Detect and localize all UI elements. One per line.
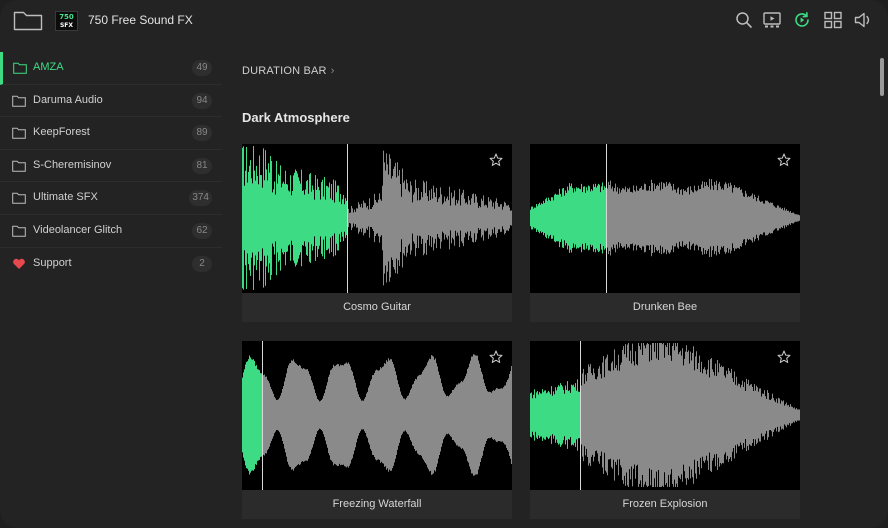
sidebar-item-label: S-Cheremisinov [33,158,112,171]
sound-card[interactable]: Freezing Waterfall [242,341,512,519]
sidebar-item-count: 89 [192,125,212,142]
sidebar-item-amza[interactable]: AMZA 49 [0,52,222,85]
sound-card[interactable]: Frozen Explosion [530,341,800,519]
folder-icon [12,193,26,205]
chevron-right-icon: › [330,65,335,77]
sidebar-item-support[interactable]: Support 2 [0,248,222,281]
sidebar-item-count: 94 [192,92,212,109]
grid-view-icon[interactable] [823,10,843,30]
folder-icon [12,95,26,107]
waveform[interactable] [530,341,800,490]
star-icon[interactable] [777,153,791,167]
logo-text: SFX [59,22,74,29]
waveform[interactable] [242,341,512,490]
sidebar-item-label: Ultimate SFX [33,191,98,204]
sidebar-item-count: 374 [189,190,212,207]
sidebar-item-keepforest[interactable]: KeepForest 89 [0,117,222,150]
breadcrumb[interactable]: DURATION BAR › [242,65,335,77]
star-icon[interactable] [489,350,503,364]
scrollbar[interactable] [880,58,884,96]
sidebar-item-label: Support [33,256,72,269]
star-icon[interactable] [489,153,503,167]
sidebar-item-count: 2 [192,255,212,272]
sidebar-item-label: Videolancer Glitch [33,223,123,236]
heart-icon [13,258,25,269]
top-bar: 750 SFX 750 Free Sound FX [0,0,888,40]
sidebar-item-label: AMZA [33,61,64,73]
waveform[interactable] [242,144,512,293]
sound-card-title: Frozen Explosion [622,498,708,510]
logo-number: 750 [59,13,74,21]
sidebar-item-ultimate-sfx[interactable]: Ultimate SFX 374 [0,182,222,215]
app-title: 750 Free Sound FX [88,13,193,27]
sidebar-item-s-cheremisinov[interactable]: S-Cheremisinov 81 [0,150,222,183]
sound-card-title: Freezing Waterfall [332,498,422,510]
sidebar-item-label: KeepForest [33,126,90,139]
sound-card-title: Cosmo Guitar [343,301,411,313]
section-title: Dark Atmosphere [242,110,350,125]
sound-card-title: Drunken Bee [632,301,698,313]
sidebar-item-daruma-audio[interactable]: Daruma Audio 94 [0,85,222,118]
app-window: 750 SFX 750 Free Sound FX AMZA 49 Daruma… [0,0,888,528]
sidebar-item-count: 49 [192,60,212,76]
folder-icon [12,225,26,237]
folder-icon[interactable] [13,9,43,31]
sidebar-item-count: 62 [192,222,212,239]
play-refresh-icon[interactable] [792,10,812,30]
sidebar-item-label: Daruma Audio [33,93,103,106]
folder-icon [12,160,26,172]
folder-icon [13,62,27,74]
volume-icon[interactable] [853,10,873,30]
star-icon[interactable] [777,350,791,364]
sidebar-item-videolancer-glitch[interactable]: Videolancer Glitch 62 [0,215,222,248]
sound-card[interactable]: Drunken Bee [530,144,800,322]
folder-icon [12,127,26,139]
search-icon[interactable] [734,10,754,30]
sound-card[interactable]: Cosmo Guitar [242,144,512,322]
app-logo: 750 SFX [55,11,78,31]
waveform[interactable] [530,144,800,293]
breadcrumb-label: DURATION BAR [242,65,327,77]
sidebar-item-count: 81 [192,157,212,174]
video-player-icon[interactable] [762,10,782,30]
sidebar: AMZA 49 Daruma Audio 94 KeepForest 89 S-… [0,52,222,280]
